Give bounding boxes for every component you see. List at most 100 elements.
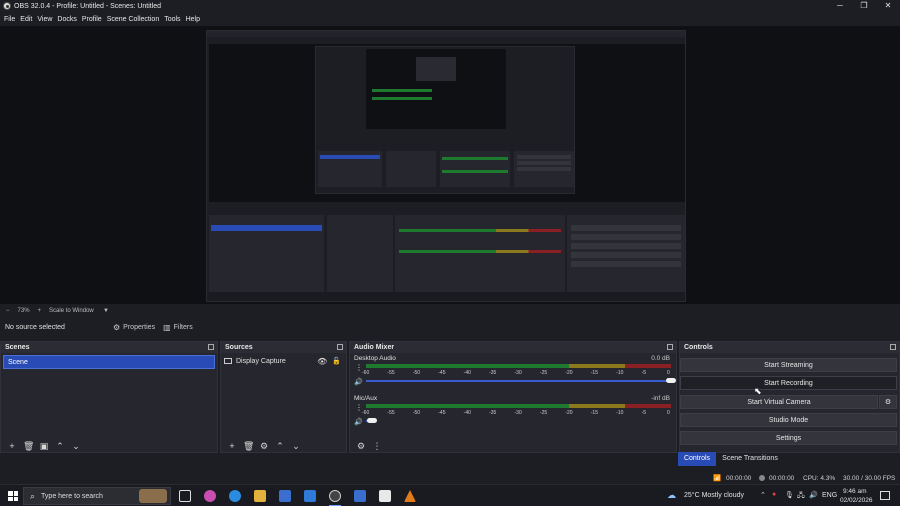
filters-button[interactable]: ▥ Filters [163,323,193,332]
meter-yellow-segment [569,364,626,368]
meter-ticks: -60 -55 -50 -45 -40 -35 -30 -25 -20 -15 -10 -5 0 [362,410,671,416]
menu-view[interactable]: View [37,16,52,23]
menu-docks[interactable]: Docks [57,16,76,23]
channel-name: Desktop Audio [354,355,396,362]
obs-window: OBS 32.0.4 - Profile: Untitled - Scenes:… [0,0,900,506]
preview-nested-mixer [440,151,510,187]
settings-button[interactable]: Settings [680,431,897,445]
app-icon[interactable] [354,490,366,502]
scale-mode[interactable]: Scale to Window [49,308,97,314]
speaker-icon[interactable]: 🔊 [354,418,363,426]
menu-tools[interactable]: Tools [164,16,180,23]
edge-icon[interactable] [229,490,241,502]
notifications-icon[interactable] [880,491,890,500]
status-bar: 📶 00:00:00 00:00:00 CPU: 4.3% 30.00 / 30… [0,472,900,484]
preview-canvas[interactable] [206,30,686,302]
language-indicator[interactable]: ENG [822,492,837,499]
close-button[interactable]: ✕ [876,0,900,12]
obs-taskbar-icon[interactable] [329,490,341,502]
dock-float-icon[interactable] [667,344,673,350]
tray-expand-icon[interactable]: ⌃ [760,491,766,499]
gear-icon: ⚙ [884,399,892,406]
windows-start-icon[interactable] [8,491,18,501]
source-item[interactable]: Display Capture 👁 🔓 [224,355,343,367]
title-bar: OBS 32.0.4 - Profile: Untitled - Scenes:… [0,0,900,12]
volume-slider[interactable] [366,380,671,382]
menu-scene-collection[interactable]: Scene Collection [107,16,160,23]
source-settings-icon[interactable]: ⚙ [259,441,269,451]
meter-tick-label: -60 [362,410,370,416]
move-down-icon[interactable]: ⌄ [71,441,81,451]
volume-slider-handle[interactable] [367,418,378,423]
tab-controls[interactable]: Controls [678,452,716,466]
start-streaming-button[interactable]: Start Streaming [680,358,897,372]
move-up-icon[interactable]: ⌃ [55,441,65,451]
add-source-icon[interactable]: + [227,441,237,451]
preview-mirror-titlebar [207,31,685,37]
store-icon[interactable] [279,490,291,502]
audio-settings-icon[interactable]: ⚙ [356,441,366,451]
meter-tick-label: -60 [362,370,370,376]
sources-dock: Sources Display Capture 👁 🔓 + 🗑 ⚙ ⌃ ⌄ [220,341,347,453]
move-up-icon[interactable]: ⌃ [275,441,285,451]
weather-text[interactable]: 25°C Mostly cloudy [684,492,744,499]
meter-tick-label: -5 [641,410,647,416]
eye-icon[interactable]: 👁 [317,357,327,366]
scene-item[interactable]: Scene [3,355,215,369]
file-explorer-icon[interactable] [254,490,266,502]
volume-meter [366,364,671,368]
scenes-toolbar: + 🗑 ▣ ⌃ ⌄ [1,439,217,452]
task-view-icon[interactable] [179,490,191,502]
volume-icon[interactable]: 🔊 [809,491,818,499]
zoom-in-button[interactable]: + [38,308,42,314]
preview-mirror-canvas [209,44,685,202]
taskbar-search-box[interactable]: ⌕ Type here to search [23,487,171,505]
sources-header: Sources [221,342,346,353]
dock-float-icon[interactable] [337,344,343,350]
microphone-icon[interactable]: 🎙 [785,491,794,499]
copilot-icon[interactable] [204,490,216,502]
preview-nested-inner [366,49,506,129]
volume-slider-handle[interactable] [666,378,676,383]
add-scene-icon[interactable]: + [7,441,17,451]
speaker-icon[interactable]: 🔊 [354,378,363,386]
audio-mixer-header: Audio Mixer [350,342,676,353]
windows-taskbar: ⌕ Type here to search ☁ 25°C Mostly clou… [0,484,900,506]
menu-edit[interactable]: Edit [20,16,32,23]
dock-float-icon[interactable] [208,344,214,350]
start-virtual-camera-button[interactable]: Start Virtual Camera [680,395,878,409]
virtual-camera-settings-button[interactable]: ⚙ [879,395,897,409]
mail-icon[interactable] [304,490,316,502]
start-recording-button[interactable]: Start Recording [680,376,897,390]
menu-help[interactable]: Help [186,16,200,23]
audio-toolbar: ⚙ ⋮ [350,439,676,452]
scene-filters-icon[interactable]: ▣ [39,441,49,451]
menu-profile[interactable]: Profile [82,16,102,23]
preview-nested-scenes [318,151,382,187]
dock-float-icon[interactable] [890,344,896,350]
properties-button[interactable]: ⚙ Properties [113,323,155,332]
remove-scene-icon[interactable]: 🗑 [23,441,34,451]
channel-db: 0.0 dB [651,355,670,362]
studio-mode-button[interactable]: Studio Mode [680,413,897,427]
remove-source-icon[interactable]: 🗑 [243,441,254,451]
tray-app-icon[interactable]: ● [772,491,776,498]
tab-scene-transitions[interactable]: Scene Transitions [718,452,782,466]
preview-mirror-sources [327,215,393,301]
network-icon[interactable]: 🖧 [797,491,805,502]
lock-icon[interactable]: 🔓 [332,357,341,365]
clock-time[interactable]: 9:46 am [843,488,867,495]
minimize-button[interactable]: ─ [828,0,852,12]
zoom-out-button[interactable]: − [6,308,10,314]
move-down-icon[interactable]: ⌄ [291,441,301,451]
more-options-icon[interactable]: ⋮ [372,441,382,451]
app-icon[interactable] [379,490,391,502]
properties-label: Properties [123,324,156,331]
vlc-icon[interactable] [404,490,416,502]
chevron-down-icon[interactable]: ▼ [103,308,109,314]
meter-tick-label: -10 [616,370,624,376]
meter-tick-label: -20 [565,410,573,416]
clock-date[interactable]: 02/02/2026 [840,497,873,504]
menu-file[interactable]: File [4,16,15,23]
maximize-button[interactable]: ❐ [852,0,876,12]
